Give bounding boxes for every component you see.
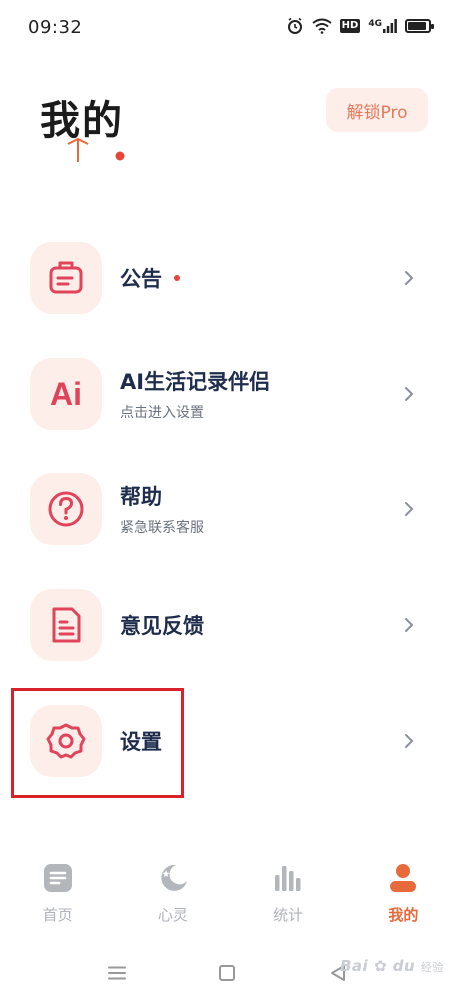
highlight-box — [11, 688, 184, 798]
notification-dot — [174, 275, 180, 281]
home-list-icon — [43, 864, 72, 892]
person-icon — [390, 864, 417, 892]
recent-apps-icon[interactable] — [108, 966, 126, 980]
alarm-icon — [287, 17, 302, 34]
title-decoration-icon — [67, 137, 125, 162]
home-button-icon[interactable] — [219, 965, 235, 981]
chevron-right-icon — [405, 271, 414, 285]
menu-item-help[interactable]: 帮助 紧急联系客服 — [0, 473, 461, 553]
tab-mind[interactable]: 心灵 — [115, 856, 230, 936]
tab-label: 心灵 — [157, 906, 188, 924]
chevron-right-icon — [405, 618, 414, 632]
signal-4g-icon: 4G — [368, 19, 397, 33]
hd-icon: HD — [339, 19, 361, 33]
status-time: 09:32 — [28, 17, 83, 38]
baidu-watermark: Bai ✿ du 经验 — [340, 957, 444, 975]
menu-item-text: 帮助 紧急联系客服 — [120, 473, 204, 545]
tab-stats[interactable]: 统计 — [231, 856, 346, 936]
chevron-right-icon — [405, 387, 414, 401]
ai-icon-text: Ai — [50, 375, 82, 412]
signal-bars-icon — [383, 19, 397, 33]
menu-item-text: AI生活记录伴侣 点击进入设置 — [120, 358, 270, 430]
paw-icon: ✿ — [373, 957, 388, 975]
status-bar: 09:32 HD 4G — [0, 0, 461, 56]
menu-item-notice[interactable]: 公告 — [0, 242, 461, 322]
chevron-right-icon — [405, 502, 414, 516]
watermark-sub: 经验 — [420, 961, 444, 974]
notice-board-icon — [30, 242, 102, 314]
unlock-pro-button[interactable]: 解锁Pro — [326, 88, 428, 132]
ai-icon: Ai — [30, 358, 102, 430]
tab-label: 我的 — [388, 906, 419, 924]
menu-item-label: 意见反馈 — [120, 614, 204, 638]
wifi-icon — [312, 18, 332, 34]
menu-item-feedback[interactable]: 意见反馈 — [0, 589, 461, 669]
menu-item-text: 意见反馈 — [120, 589, 204, 661]
menu-item-label: AI生活记录伴侣 — [120, 370, 271, 394]
menu-item-label: 帮助 — [120, 485, 162, 509]
help-question-icon — [30, 473, 102, 545]
bar-chart-icon — [275, 866, 301, 891]
menu-item-subtitle: 紧急联系客服 — [120, 520, 204, 536]
tab-label: 首页 — [42, 906, 73, 924]
status-icons: HD 4G — [286, 17, 434, 35]
bottom-tab-bar: 首页 心灵 统计 我的 — [0, 856, 461, 936]
battery-fill — [408, 22, 426, 30]
feedback-document-icon — [30, 589, 102, 661]
menu-item-label-row: 公告 — [120, 263, 180, 293]
tab-label: 统计 — [273, 906, 304, 924]
menu-item-text: 公告 — [120, 242, 180, 314]
network-type-label: 4G — [368, 19, 382, 29]
moon-stars-icon — [161, 864, 187, 891]
tab-mine[interactable]: 我的 — [346, 856, 461, 936]
watermark-brand: Bai — [340, 957, 369, 975]
menu-item-subtitle: 点击进入设置 — [120, 405, 204, 421]
chevron-right-icon — [405, 734, 414, 748]
menu-item-ai-companion[interactable]: Ai AI生活记录伴侣 点击进入设置 — [0, 358, 461, 438]
tab-home[interactable]: 首页 — [0, 856, 115, 936]
menu-item-label: 公告 — [120, 267, 162, 291]
battery-icon — [405, 19, 434, 33]
watermark-brand-suffix: du — [392, 957, 416, 975]
